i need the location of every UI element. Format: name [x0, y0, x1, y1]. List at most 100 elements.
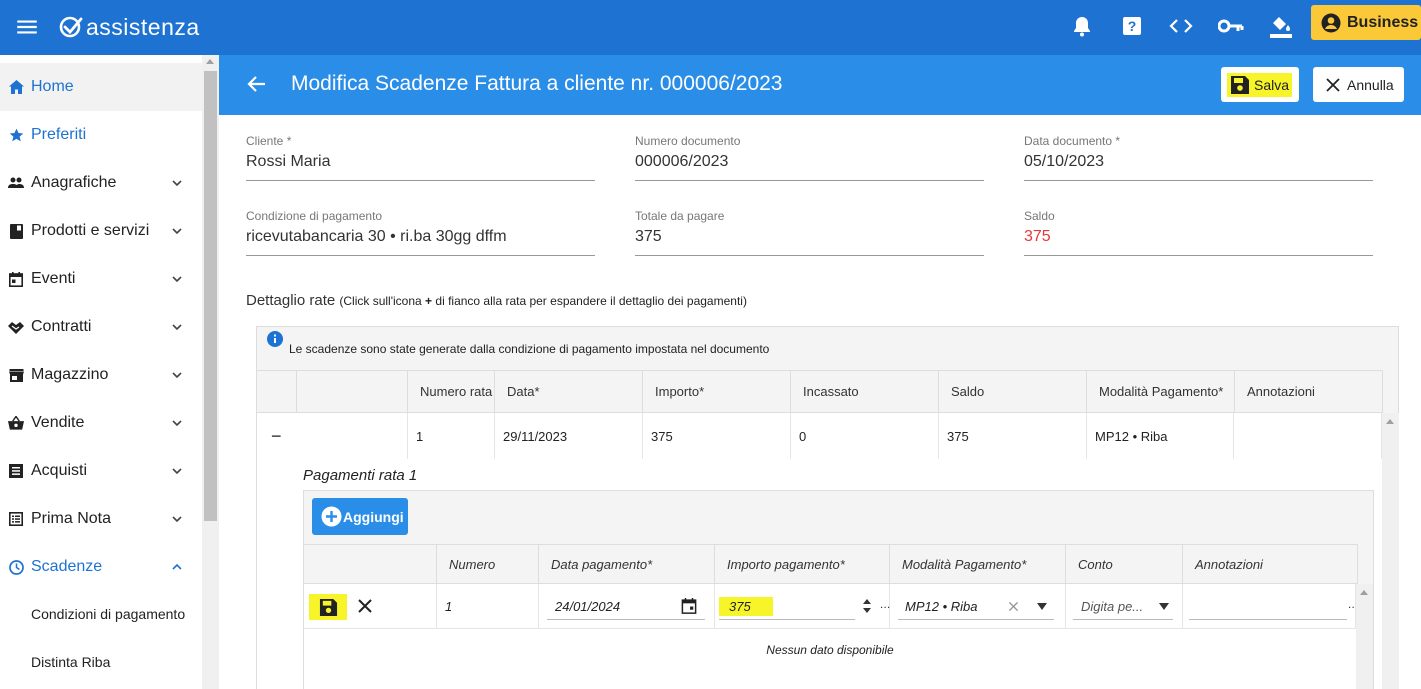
chevron-down-icon	[172, 516, 182, 523]
col-header-annotazioni[interactable]: Annotazioni	[1235, 370, 1383, 413]
annotazioni-input[interactable]	[1189, 593, 1347, 620]
col-header-modalita-pagamento[interactable]: Modalità Pagamento*	[890, 544, 1066, 584]
back-arrow-icon[interactable]	[246, 73, 268, 95]
cancel-button[interactable]: Annulla	[1313, 67, 1404, 102]
saldo-field: Saldo 375	[1024, 209, 1373, 256]
collapse-row-button[interactable]: −	[257, 413, 297, 459]
key-icon[interactable]	[1218, 13, 1244, 39]
col-header-modalita[interactable]: Modalità Pagamento*	[1087, 370, 1235, 413]
sidebar-item-label: Scadenze	[31, 558, 103, 575]
hint-text-after: di fianco alla rata per espandere il det…	[435, 294, 747, 308]
scroll-up-arrow[interactable]	[1360, 590, 1368, 595]
col-header-annotazioni-pagamento[interactable]: Annotazioni	[1183, 544, 1358, 584]
add-payment-button[interactable]: Aggiungi	[312, 498, 408, 535]
help-icon[interactable]: ?	[1119, 13, 1145, 39]
field-label: Totale da pagare	[635, 209, 725, 223]
logo-text: assistenza	[86, 13, 200, 40]
close-icon[interactable]	[357, 598, 373, 614]
sidebar-item-preferiti[interactable]: Preferiti	[0, 111, 202, 159]
sidebar-item-contratti[interactable]: Contratti	[0, 303, 202, 351]
handshake-icon	[8, 319, 24, 335]
cliente-field[interactable]: Cliente * Rossi Maria	[246, 134, 595, 181]
app-logo[interactable]: assistenza	[58, 12, 200, 42]
sidebar-item-vendite[interactable]: Vendite	[0, 399, 202, 447]
cancel-label: Annulla	[1347, 76, 1394, 93]
sidebar-item-prodotti[interactable]: Prodotti e servizi	[0, 207, 202, 255]
sidebar-subitem-distinta-riba[interactable]: Distinta Riba	[31, 654, 110, 670]
condizione-pagamento-field[interactable]: Condizione di pagamento ricevutabancaria…	[246, 209, 595, 256]
sidebar-item-anagrafiche[interactable]: Anagrafiche	[0, 159, 202, 207]
sidebar-item-label: Home	[31, 78, 74, 95]
chevron-down-icon[interactable]	[1159, 603, 1169, 611]
select-placeholder: Digita pe...	[1081, 598, 1144, 614]
store-icon	[8, 367, 24, 383]
importo-pagamento-input[interactable]: 375	[719, 593, 855, 620]
calendar-icon[interactable]	[681, 598, 697, 614]
business-label: Business	[1347, 13, 1419, 31]
col-header-numero[interactable]: Numero	[437, 544, 539, 584]
chevron-up-icon	[172, 563, 182, 570]
col-header-saldo[interactable]: Saldo	[939, 370, 1087, 413]
data-pagamento-input[interactable]: 24/01/2024	[547, 593, 705, 620]
col-header-data[interactable]: Data*	[495, 370, 643, 413]
data-documento-field[interactable]: Data documento * 05/10/2023	[1024, 134, 1373, 181]
floppy-icon	[319, 598, 337, 616]
save-button[interactable]: Salva	[1221, 67, 1299, 102]
cell-importo[interactable]: 375	[643, 413, 791, 459]
modalita-pagamento-select[interactable]: MP12 • Riba	[898, 593, 1054, 620]
scrollbar-thumb[interactable]	[204, 71, 217, 521]
chevron-down-icon	[172, 324, 182, 331]
cell-numero-rata: 1	[408, 413, 495, 459]
sidebar-scrollbar[interactable]	[202, 55, 219, 689]
cell-data[interactable]: 29/11/2023	[495, 413, 643, 459]
menu-icon[interactable]	[14, 14, 40, 40]
numero-documento-field[interactable]: Numero documento 000006/2023	[635, 134, 984, 181]
save-row-button[interactable]	[309, 594, 347, 620]
sidebar-item-label: Magazzino	[31, 366, 109, 383]
sidebar-item-label: Prima Nota	[31, 510, 112, 527]
conto-select[interactable]: Digita pe...	[1073, 593, 1173, 620]
field-label: Condizione di pagamento	[246, 209, 383, 223]
field-value: 375	[1024, 228, 1051, 245]
cell-annotazioni[interactable]	[1234, 413, 1382, 459]
col-header-incassato[interactable]: Incassato	[791, 370, 939, 413]
sidebar-item-scadenze[interactable]: Scadenze	[0, 543, 202, 591]
sidebar-item-prima-nota[interactable]: Prima Nota	[0, 495, 202, 543]
info-message: Le scadenze sono state generate dalla co…	[267, 331, 770, 356]
sidebar-subitem-condizioni[interactable]: Condizioni di pagamento	[31, 606, 185, 622]
col-header-conto[interactable]: Conto	[1066, 544, 1183, 584]
star-icon	[8, 127, 24, 143]
info-text: Le scadenze sono state generate dalla co…	[289, 342, 770, 356]
sidebar-item-eventi[interactable]: Eventi	[0, 255, 202, 303]
sidebar-item-magazzino[interactable]: Magazzino	[0, 351, 202, 399]
chevron-down-icon[interactable]	[1037, 603, 1047, 611]
chevron-down-icon	[172, 468, 182, 475]
clear-icon[interactable]	[1008, 601, 1019, 612]
scroll-up-arrow[interactable]	[206, 59, 214, 64]
clock-icon	[8, 559, 24, 575]
row-select-cell	[297, 413, 408, 459]
scroll-up-arrow[interactable]	[1386, 419, 1394, 424]
empty-state	[304, 629, 1356, 689]
sidebar-item-acquisti[interactable]: Acquisti	[0, 447, 202, 495]
stepper-icon[interactable]	[862, 597, 872, 615]
col-header-data-pagamento[interactable]: Data pagamento*	[539, 544, 715, 584]
field-label: Saldo	[1024, 209, 1055, 223]
sidebar-item-label: Acquisti	[31, 462, 88, 479]
col-header-importo[interactable]: Importo*	[643, 370, 791, 413]
business-button[interactable]: Business	[1311, 5, 1421, 40]
chevron-down-icon	[172, 180, 182, 187]
totale-da-pagare-field[interactable]: Totale da pagare 375	[635, 209, 984, 256]
col-header-numero-rata[interactable]: Numero rata	[408, 370, 495, 413]
sidebar-item-home[interactable]: Home	[0, 63, 202, 111]
calendar-icon	[8, 271, 24, 287]
cell-incassato: 0	[791, 413, 939, 459]
bell-icon[interactable]	[1069, 13, 1095, 39]
grid-scrollbar[interactable]	[1382, 413, 1399, 689]
code-icon[interactable]	[1168, 13, 1194, 39]
paint-bucket-icon[interactable]	[1268, 13, 1294, 39]
col-header-importo-pagamento[interactable]: Importo pagamento*	[715, 544, 890, 584]
cell-modalita[interactable]: MP12 • Riba	[1087, 413, 1234, 459]
chevron-down-icon	[172, 228, 182, 235]
pagamenti-scrollbar[interactable]	[1356, 584, 1373, 689]
